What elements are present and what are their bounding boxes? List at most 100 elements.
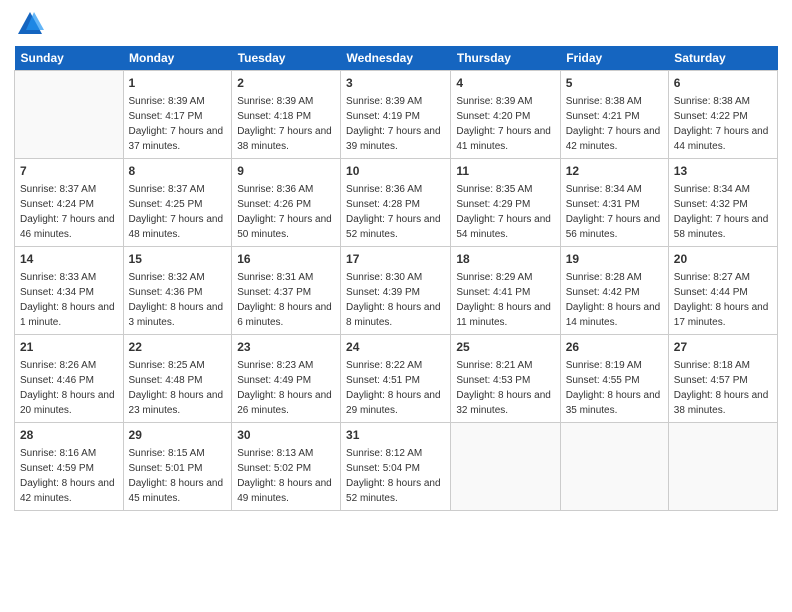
day-number: 5 [566,75,663,92]
day-info: Sunrise: 8:22 AMSunset: 4:51 PMDaylight:… [346,360,441,416]
day-info: Sunrise: 8:13 AMSunset: 5:02 PMDaylight:… [237,448,332,504]
day-cell: 30 Sunrise: 8:13 AMSunset: 5:02 PMDayligh… [232,423,341,511]
day-cell: 7Sunrise: 8:37 AMSunset: 4:24 PMDaylight… [15,159,124,247]
day-info: Sunrise: 8:23 AMSunset: 4:49 PMDaylight:… [237,360,332,416]
day-number: 31 [346,427,445,444]
day-cell: 1 Sunrise: 8:39 AMSunset: 4:17 PMDaylight… [123,71,232,159]
day-number: 3 [346,75,445,92]
header-row: SundayMondayTuesdayWednesdayThursdayFrid… [15,46,778,71]
day-cell: 4 Sunrise: 8:39 AMSunset: 4:20 PMDaylight… [451,71,560,159]
day-info: Sunrise: 8:16 AMSunset: 4:59 PMDaylight:… [20,448,115,504]
day-info: Sunrise: 8:36 AMSunset: 4:26 PMDaylight:… [237,184,332,240]
day-number: 24 [346,339,445,356]
day-info: Sunrise: 8:39 AMSunset: 4:17 PMDaylight:… [129,96,224,152]
day-cell: 29 Sunrise: 8:15 AMSunset: 5:01 PMDayligh… [123,423,232,511]
header [14,10,778,38]
day-number: 8 [129,163,227,180]
day-info: Sunrise: 8:12 AMSunset: 5:04 PMDaylight:… [346,448,441,504]
day-cell: 15 Sunrise: 8:32 AMSunset: 4:36 PMDayligh… [123,247,232,335]
day-cell: 14Sunrise: 8:33 AMSunset: 4:34 PMDayligh… [15,247,124,335]
page-container: SundayMondayTuesdayWednesdayThursdayFrid… [0,0,792,521]
logo-icon [16,10,44,38]
day-cell: 28 Sunrise: 8:16 AMSunset: 4:59 PMDayligh… [15,423,124,511]
calendar-table: SundayMondayTuesdayWednesdayThursdayFrid… [14,46,778,511]
day-number: 29 [129,427,227,444]
col-header-sunday: Sunday [15,46,124,71]
day-number: 20 [674,251,772,268]
week-row-2: 7Sunrise: 8:37 AMSunset: 4:24 PMDaylight… [15,159,778,247]
day-info: Sunrise: 8:39 AMSunset: 4:18 PMDaylight:… [237,96,332,152]
day-info: Sunrise: 8:34 AMSunset: 4:31 PMDaylight:… [566,184,661,240]
day-number: 12 [566,163,663,180]
day-cell: 19 Sunrise: 8:28 AMSunset: 4:42 PMDayligh… [560,247,668,335]
day-number: 21 [20,339,118,356]
day-number: 11 [456,163,554,180]
day-cell [451,423,560,511]
day-cell: 26 Sunrise: 8:19 AMSunset: 4:55 PMDayligh… [560,335,668,423]
day-info: Sunrise: 8:36 AMSunset: 4:28 PMDaylight:… [346,184,441,240]
logo [14,10,44,38]
day-cell: 6Sunrise: 8:38 AMSunset: 4:22 PMDaylight… [668,71,777,159]
day-info: Sunrise: 8:27 AMSunset: 4:44 PMDaylight:… [674,272,769,328]
day-cell: 11 Sunrise: 8:35 AMSunset: 4:29 PMDayligh… [451,159,560,247]
day-cell [560,423,668,511]
day-cell: 2 Sunrise: 8:39 AMSunset: 4:18 PMDaylight… [232,71,341,159]
day-number: 19 [566,251,663,268]
day-number: 1 [129,75,227,92]
day-info: Sunrise: 8:38 AMSunset: 4:21 PMDaylight:… [566,96,661,152]
day-cell: 5 Sunrise: 8:38 AMSunset: 4:21 PMDaylight… [560,71,668,159]
day-number: 7 [20,163,118,180]
col-header-thursday: Thursday [451,46,560,71]
day-info: Sunrise: 8:26 AMSunset: 4:46 PMDaylight:… [20,360,115,416]
day-number: 22 [129,339,227,356]
day-info: Sunrise: 8:34 AMSunset: 4:32 PMDaylight:… [674,184,769,240]
day-info: Sunrise: 8:28 AMSunset: 4:42 PMDaylight:… [566,272,661,328]
day-info: Sunrise: 8:37 AMSunset: 4:25 PMDaylight:… [129,184,224,240]
day-cell: 10 Sunrise: 8:36 AMSunset: 4:28 PMDayligh… [341,159,451,247]
day-info: Sunrise: 8:39 AMSunset: 4:19 PMDaylight:… [346,96,441,152]
day-info: Sunrise: 8:33 AMSunset: 4:34 PMDaylight:… [20,272,115,328]
day-number: 25 [456,339,554,356]
day-cell: 25 Sunrise: 8:21 AMSunset: 4:53 PMDayligh… [451,335,560,423]
day-cell: 17Sunrise: 8:30 AMSunset: 4:39 PMDayligh… [341,247,451,335]
day-cell: 21 Sunrise: 8:26 AMSunset: 4:46 PMDayligh… [15,335,124,423]
day-cell [668,423,777,511]
day-number: 30 [237,427,335,444]
day-cell: 3 Sunrise: 8:39 AMSunset: 4:19 PMDaylight… [341,71,451,159]
day-info: Sunrise: 8:30 AMSunset: 4:39 PMDaylight:… [346,272,441,328]
day-info: Sunrise: 8:35 AMSunset: 4:29 PMDaylight:… [456,184,551,240]
day-number: 2 [237,75,335,92]
day-cell: 22 Sunrise: 8:25 AMSunset: 4:48 PMDayligh… [123,335,232,423]
day-cell: 24 Sunrise: 8:22 AMSunset: 4:51 PMDayligh… [341,335,451,423]
day-info: Sunrise: 8:25 AMSunset: 4:48 PMDaylight:… [129,360,224,416]
day-info: Sunrise: 8:39 AMSunset: 4:20 PMDaylight:… [456,96,551,152]
day-number: 18 [456,251,554,268]
day-info: Sunrise: 8:18 AMSunset: 4:57 PMDaylight:… [674,360,769,416]
day-cell: 31 Sunrise: 8:12 AMSunset: 5:04 PMDayligh… [341,423,451,511]
day-number: 4 [456,75,554,92]
day-number: 26 [566,339,663,356]
day-number: 10 [346,163,445,180]
day-cell: 27Sunrise: 8:18 AMSunset: 4:57 PMDayligh… [668,335,777,423]
day-number: 9 [237,163,335,180]
day-info: Sunrise: 8:32 AMSunset: 4:36 PMDaylight:… [129,272,224,328]
day-number: 28 [20,427,118,444]
day-cell: 23Sunrise: 8:23 AMSunset: 4:49 PMDayligh… [232,335,341,423]
day-cell: 20 Sunrise: 8:27 AMSunset: 4:44 PMDayligh… [668,247,777,335]
week-row-3: 14Sunrise: 8:33 AMSunset: 4:34 PMDayligh… [15,247,778,335]
day-number: 6 [674,75,772,92]
col-header-friday: Friday [560,46,668,71]
col-header-wednesday: Wednesday [341,46,451,71]
day-info: Sunrise: 8:21 AMSunset: 4:53 PMDaylight:… [456,360,551,416]
day-info: Sunrise: 8:29 AMSunset: 4:41 PMDaylight:… [456,272,551,328]
day-number: 15 [129,251,227,268]
col-header-tuesday: Tuesday [232,46,341,71]
col-header-saturday: Saturday [668,46,777,71]
day-cell: 18 Sunrise: 8:29 AMSunset: 4:41 PMDayligh… [451,247,560,335]
week-row-1: 1 Sunrise: 8:39 AMSunset: 4:17 PMDaylight… [15,71,778,159]
week-row-5: 28 Sunrise: 8:16 AMSunset: 4:59 PMDayligh… [15,423,778,511]
day-info: Sunrise: 8:19 AMSunset: 4:55 PMDaylight:… [566,360,661,416]
day-info: Sunrise: 8:15 AMSunset: 5:01 PMDaylight:… [129,448,224,504]
day-cell: 12 Sunrise: 8:34 AMSunset: 4:31 PMDayligh… [560,159,668,247]
day-number: 16 [237,251,335,268]
